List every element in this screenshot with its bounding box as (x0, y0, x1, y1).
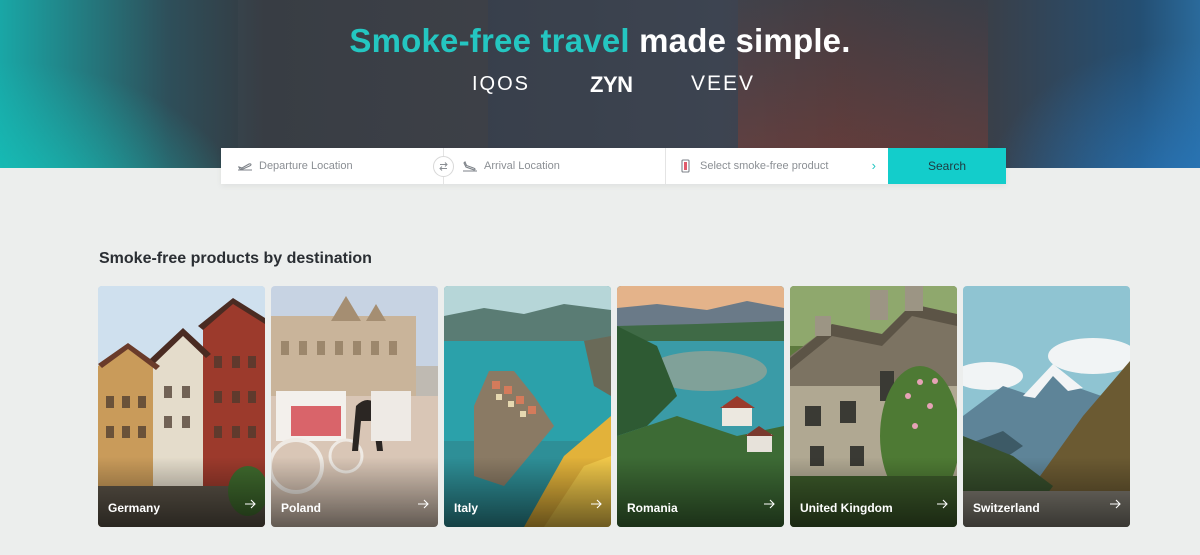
arrow-right-icon (936, 496, 948, 514)
product-select[interactable]: Select smoke-free product › (666, 148, 888, 184)
iqos-logo[interactable]: IQOS (472, 73, 530, 96)
section-title: Smoke-free products by destination (99, 250, 372, 267)
card-shade (98, 457, 265, 527)
arrow-right-icon (417, 496, 429, 514)
zyn-logo[interactable]: ZYN (590, 72, 633, 98)
destination-card-romania[interactable]: Romania (617, 286, 784, 527)
product-placeholder: Select smoke-free product (700, 160, 829, 172)
destination-card-united-kingdom[interactable]: United Kingdom (790, 286, 957, 527)
destination-card-switzerland[interactable]: Switzerland (963, 286, 1130, 527)
plane-arrival-icon (462, 158, 478, 174)
card-shade (617, 457, 784, 527)
arrow-right-icon (1109, 496, 1121, 514)
product-device-icon (678, 158, 694, 174)
card-title: Germany (108, 501, 161, 515)
card-shade (790, 457, 957, 527)
headline-rest: made simple. (629, 22, 851, 59)
plane-departure-icon (237, 158, 253, 174)
departure-placeholder: Departure Location (259, 160, 353, 172)
card-shade (963, 457, 1130, 527)
arrival-placeholder: Arrival Location (484, 160, 560, 172)
card-title: Italy (454, 501, 479, 515)
swap-icon[interactable] (433, 156, 454, 177)
search-button[interactable]: Search (888, 148, 1006, 184)
search-bar: Departure Location Arrival Location Sele… (221, 148, 1006, 184)
veev-logo[interactable]: VEEV (691, 72, 755, 96)
chevron-right-icon: › (871, 158, 876, 173)
destination-card-poland[interactable]: Poland (271, 286, 438, 527)
hero-banner: Smoke-free travel made simple. IQOS ZYN … (0, 0, 1200, 168)
arrow-right-icon (244, 496, 256, 514)
card-title: United Kingdom (800, 501, 893, 515)
arrow-right-icon (763, 496, 775, 514)
destination-card-germany[interactable]: Germany (98, 286, 265, 527)
brand-logos: IQOS ZYN VEEV (0, 72, 1200, 98)
card-title: Romania (627, 501, 678, 515)
departure-field[interactable]: Departure Location (221, 148, 444, 184)
card-title: Switzerland (973, 501, 1040, 515)
card-title: Poland (281, 501, 322, 515)
card-shade (271, 457, 438, 527)
destination-card-italy[interactable]: Italy (444, 286, 611, 527)
card-shade (444, 457, 611, 527)
headline-accent: Smoke-free travel (349, 22, 630, 59)
hero-headline: Smoke-free travel made simple. (0, 22, 1200, 60)
arrival-field[interactable]: Arrival Location (444, 148, 666, 184)
arrow-right-icon (590, 496, 602, 514)
